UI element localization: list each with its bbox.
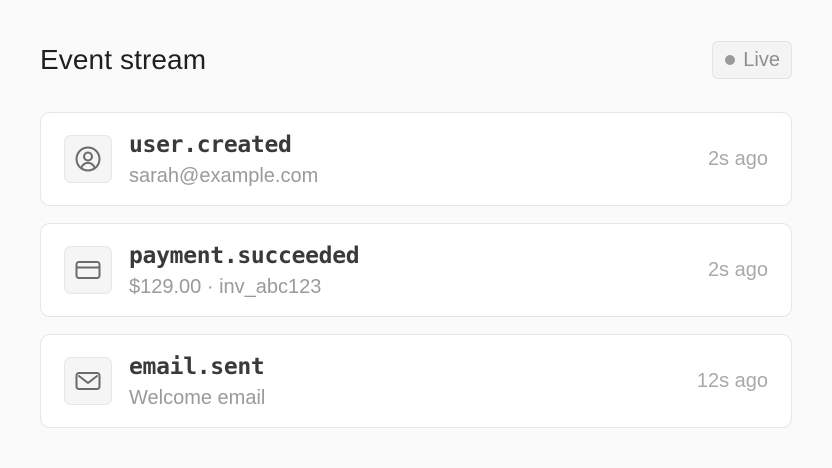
event-row-user-created[interactable]: user.created sarah@example.com 2s ago — [40, 112, 792, 206]
event-timestamp: 2s ago — [707, 259, 768, 281]
event-name: user.created — [129, 132, 292, 158]
live-status-label: Live — [743, 48, 780, 71]
event-detail: sarah@example.com — [129, 165, 319, 187]
event-text: user.created sarah@example.com — [129, 130, 318, 190]
event-text: email.sent Welcome email — [129, 352, 265, 412]
panel-header: Event stream Live — [40, 40, 792, 80]
live-indicator-dot — [725, 55, 736, 65]
event-list: user.created sarah@example.com 2s ago pa… — [40, 112, 792, 445]
mail-icon — [64, 357, 112, 405]
event-text: payment.succeeded $129.00 · inv_abc123 — [129, 241, 360, 301]
panel-title: Event stream — [40, 44, 207, 75]
event-name: email.sent — [129, 354, 265, 380]
live-status-badge[interactable]: Live — [712, 41, 792, 79]
event-row-payment-succeeded[interactable]: payment.succeeded $129.00 · inv_abc123 2… — [40, 223, 792, 317]
event-name: payment.succeeded — [129, 243, 360, 269]
event-row-email-sent[interactable]: email.sent Welcome email 12s ago — [40, 334, 792, 428]
user-circle-icon — [64, 135, 112, 183]
credit-card-icon — [64, 246, 112, 294]
event-timestamp: 12s ago — [696, 370, 768, 392]
event-detail: Welcome email — [129, 387, 266, 409]
event-detail: $129.00 · inv_abc123 — [129, 276, 322, 298]
event-stream-panel: Event stream Live user.created sarah@exa… — [0, 0, 832, 468]
event-timestamp: 2s ago — [707, 148, 768, 170]
